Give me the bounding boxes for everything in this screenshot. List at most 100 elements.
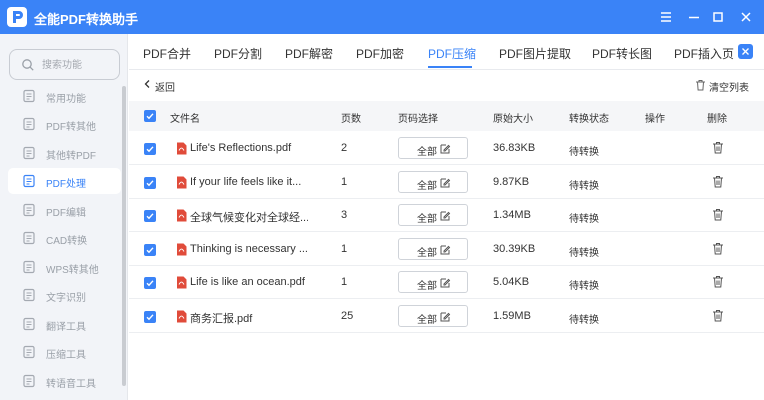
delete-icon[interactable]	[712, 175, 724, 188]
sidebar-item-label: 翻译工具	[46, 322, 86, 333]
delete-icon[interactable]	[712, 275, 724, 288]
page-select-button[interactable]: 全部	[398, 237, 468, 260]
original-size: 1.59MB	[493, 309, 531, 322]
row-checkbox[interactable]	[144, 143, 156, 155]
table-row: 全球气候变化对全球经... 3 全部 1.34MB 待转换	[129, 199, 764, 232]
conversion-status: 待转换	[569, 247, 599, 259]
header-filename: 文件名	[170, 114, 200, 125]
header-page-select: 页码选择	[398, 114, 438, 125]
row-checkbox[interactable]	[144, 277, 156, 289]
sidebar-item[interactable]: 常用功能	[8, 83, 121, 109]
sidebar-item-label: 其他转PDF	[46, 151, 96, 162]
sidebar-item-label: 转语音工具	[46, 379, 96, 390]
original-size: 30.39KB	[493, 242, 536, 255]
header-delete: 删除	[707, 114, 727, 125]
file-name: If your life feels like it...	[190, 175, 302, 188]
sidebar-item[interactable]: 翻译工具	[8, 311, 121, 337]
edit-icon	[440, 245, 451, 254]
clear-list-button[interactable]: 清空列表	[695, 78, 755, 94]
tab[interactable]: PDF加密	[356, 45, 404, 62]
wps-icon	[22, 260, 36, 274]
page-select-button[interactable]: 全部	[398, 304, 468, 327]
sidebar-item[interactable]: CAD转换	[8, 225, 121, 251]
edit-icon	[440, 178, 451, 187]
active-tab-underline	[428, 66, 472, 68]
pdf-import-icon	[22, 146, 36, 160]
sidebar: 常用功能 PDF转其他其他转PDF PDF处理 PDF编辑 CAD转换 WPS转其他文字识…	[0, 34, 128, 400]
delete-icon[interactable]	[712, 208, 724, 221]
tab-bar: PDF合并 PDF分割 PDF解密 PDF加密 PDF压缩 PDF图片提取 PDF转长图 PD…	[129, 34, 764, 70]
header-status: 转换状态	[569, 114, 609, 125]
search-input[interactable]	[42, 57, 116, 73]
star-icon	[22, 89, 36, 103]
sidebar-item-label: CAD转换	[46, 236, 88, 247]
pdf-file-icon	[176, 276, 187, 289]
page-count: 2	[341, 142, 348, 154]
sidebar-scrollbar[interactable]	[122, 86, 126, 386]
sidebar-item-label: PDF处理	[46, 179, 86, 190]
sidebar-item[interactable]: PDF处理	[8, 168, 121, 194]
search-box[interactable]	[9, 49, 120, 80]
menu-icon[interactable]	[654, 5, 678, 29]
file-name: Life is like an ocean.pdf	[190, 276, 305, 288]
header-action: 操作	[645, 114, 665, 125]
row-checkbox[interactable]	[144, 243, 156, 256]
sidebar-item[interactable]: PDF转其他	[8, 111, 121, 137]
pdf-export-icon	[22, 117, 36, 131]
conversion-status: 待转换	[569, 180, 599, 192]
table-row: 商务汇报.pdf 25 全部 1.59MB 待转换	[129, 300, 764, 333]
delete-icon[interactable]	[712, 309, 724, 322]
sidebar-item[interactable]: 其他转PDF	[8, 140, 121, 166]
page-count: 1	[341, 175, 348, 188]
conversion-status: 待转换	[569, 314, 599, 326]
sidebar-item[interactable]: 压缩工具	[8, 339, 121, 365]
tab[interactable]: PDF压缩	[428, 45, 476, 62]
minimize-icon[interactable]	[682, 5, 706, 29]
pdf-file-icon	[176, 142, 187, 155]
close-icon[interactable]	[734, 5, 758, 29]
tab-close-button[interactable]	[738, 44, 753, 59]
delete-icon[interactable]	[712, 242, 724, 255]
pdf-edit-icon	[22, 203, 36, 217]
search-icon	[22, 59, 34, 71]
row-checkbox[interactable]	[144, 176, 156, 189]
sidebar-item[interactable]: 文字识别	[8, 282, 121, 308]
sidebar-item[interactable]: WPS转其他	[8, 254, 121, 280]
speech-icon	[22, 374, 36, 388]
row-checkbox[interactable]	[144, 210, 156, 222]
select-all-checkbox[interactable]	[144, 110, 156, 122]
page-count: 3	[341, 209, 348, 221]
delete-icon[interactable]	[712, 141, 724, 154]
conversion-status: 待转换	[569, 147, 599, 158]
chevron-left-icon	[144, 80, 150, 88]
page-select-label: 全部	[417, 147, 437, 158]
tab[interactable]: PDF解密	[285, 45, 333, 62]
original-size: 1.34MB	[493, 209, 531, 221]
page-select-button[interactable]: 全部	[398, 204, 468, 226]
sidebar-item[interactable]: 转语音工具	[8, 368, 121, 394]
tab[interactable]: PDF插入页	[674, 45, 734, 62]
sidebar-item[interactable]: PDF编辑	[8, 197, 121, 223]
maximize-icon[interactable]	[706, 5, 730, 29]
edit-icon	[440, 312, 451, 321]
page-count: 1	[341, 242, 348, 255]
table-row: Life's Reflections.pdf 2 全部 36.83KB 待转换	[129, 132, 764, 165]
translate-icon	[22, 317, 36, 331]
tab[interactable]: PDF转长图	[592, 45, 652, 62]
page-select-button[interactable]: 全部	[398, 170, 468, 193]
pdf-process-icon	[22, 174, 36, 188]
table-row: If your life feels like it... 1 全部 9.87KB 待转…	[129, 166, 764, 199]
original-size: 36.83KB	[493, 142, 536, 154]
page-select-label: 全部	[417, 314, 437, 326]
back-label: 返回	[155, 83, 175, 94]
page-select-button[interactable]: 全部	[398, 271, 468, 293]
tab[interactable]: PDF分割	[214, 45, 262, 62]
page-select-label: 全部	[417, 214, 437, 225]
tab[interactable]: PDF合并	[143, 45, 191, 62]
tab[interactable]: PDF图片提取	[499, 45, 571, 62]
edit-icon	[440, 211, 451, 221]
page-select-button[interactable]: 全部	[398, 137, 468, 159]
title-bar: 全能PDF转换助手	[0, 0, 764, 34]
page-count: 25	[341, 309, 354, 322]
row-checkbox[interactable]	[144, 310, 156, 323]
